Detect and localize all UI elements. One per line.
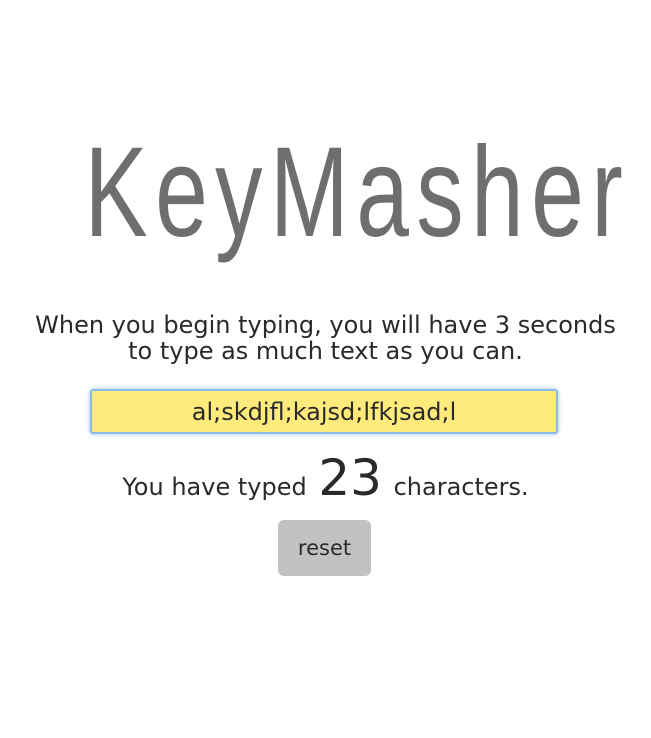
character-count-line: You have typed 23 characters. — [0, 450, 651, 506]
keymasher-page: KeyMasher When you begin typing, you wil… — [0, 0, 651, 738]
typing-input[interactable] — [90, 389, 558, 434]
count-prefix: You have typed — [122, 473, 307, 501]
count-suffix: characters. — [393, 473, 529, 501]
instructions-text: When you begin typing, you will have 3 s… — [35, 311, 616, 365]
app-title: KeyMasher — [84, 121, 631, 264]
reset-button[interactable]: reset — [278, 520, 371, 576]
character-count: 23 — [318, 449, 382, 507]
